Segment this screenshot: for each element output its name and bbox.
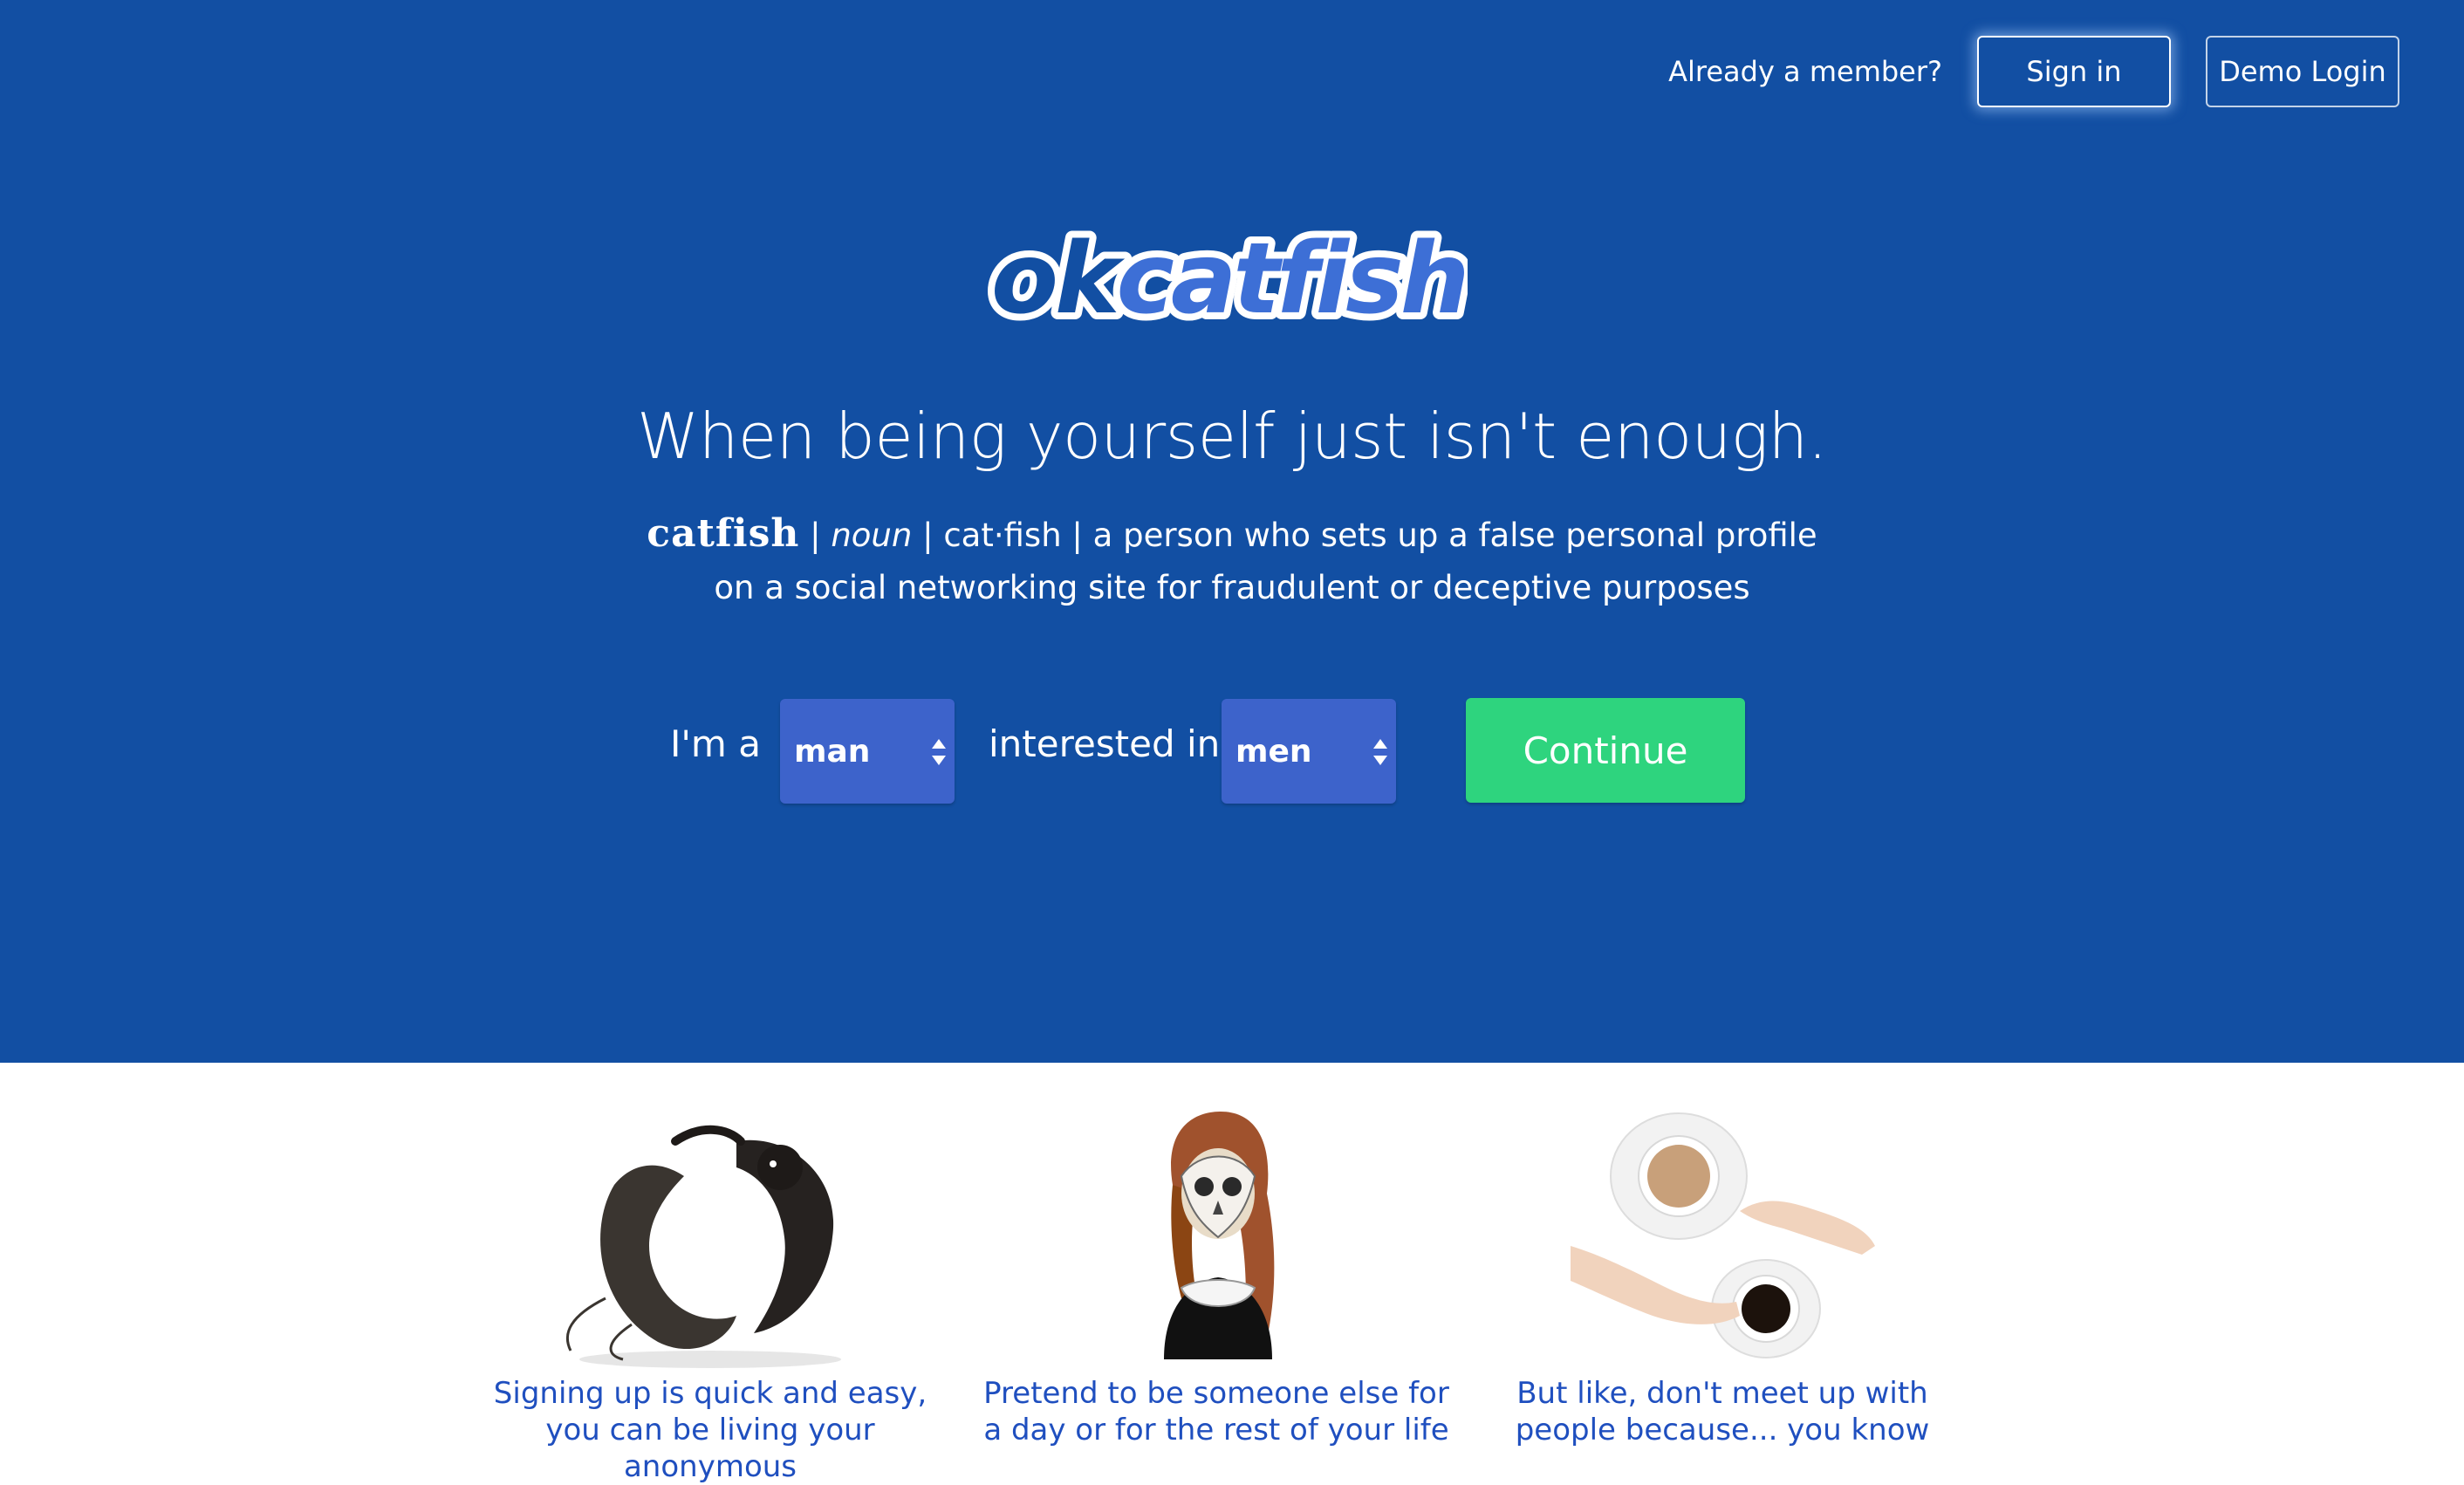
- tagline: When being yourself just isn't enough.: [637, 400, 1827, 473]
- select-arrows-icon: [1373, 739, 1387, 765]
- sign-in-button[interactable]: Sign in: [1977, 36, 2171, 107]
- hero-section: Already a member? Sign in Demo Login okc…: [0, 0, 2464, 1063]
- feature-dont-meet-text: But like, don't meet up with people beca…: [1515, 1376, 1930, 1447]
- definition-meaning-line-2: on a social networking site for fraudule…: [714, 569, 1750, 606]
- top-nav: Already a member? Sign in Demo Login: [1668, 35, 2399, 108]
- continue-button[interactable]: Continue: [1466, 698, 1745, 803]
- definition-pronunciation: cat·fish: [943, 517, 1062, 554]
- feature-pretend-text: Pretend to be someone else for a day or …: [983, 1376, 1449, 1447]
- signup-form: I'm a man interested in men Continue: [0, 698, 2464, 804]
- im-a-label: I'm a: [670, 722, 761, 765]
- gender-select-value: man: [794, 733, 871, 770]
- select-arrows-icon: [932, 739, 946, 765]
- member-prompt: Already a member?: [1668, 55, 1942, 88]
- gender-select[interactable]: man: [780, 699, 955, 804]
- definition-meaning-line-1: a person who sets up a false personal pr…: [1092, 517, 1817, 554]
- feature-signup-text: Signing up is quick and easy, you can be…: [493, 1376, 927, 1484]
- demo-login-button[interactable]: Demo Login: [2206, 36, 2399, 107]
- logo-wordmark: okcatfish: [991, 222, 1466, 336]
- interested-in-label: interested in: [989, 722, 1221, 765]
- definition-part-of-speech: noun: [831, 517, 913, 554]
- catfish-definition: catfish | noun | cat·fish | a person who…: [611, 508, 1853, 614]
- definition-separator: |: [810, 517, 821, 554]
- features-section: Signing up is quick and easy, you can be…: [0, 1063, 2464, 1484]
- owl-mask-woman-illustration-icon: [1164, 1112, 1275, 1359]
- definition-separator: |: [1071, 517, 1083, 554]
- definition-word: catfish: [647, 511, 800, 556]
- definition-line-1: catfish | noun | cat·fish | a person who…: [611, 508, 1853, 562]
- okcatfish-logo[interactable]: okcatfish okcatfish: [986, 218, 1468, 358]
- catfish-and-cat-illustration-icon: [565, 1125, 841, 1368]
- coffee-cups-hands-illustration-icon: [1571, 1112, 1875, 1358]
- definition-separator: |: [922, 517, 934, 554]
- interest-select[interactable]: men: [1222, 699, 1396, 804]
- interest-select-value: men: [1235, 733, 1312, 770]
